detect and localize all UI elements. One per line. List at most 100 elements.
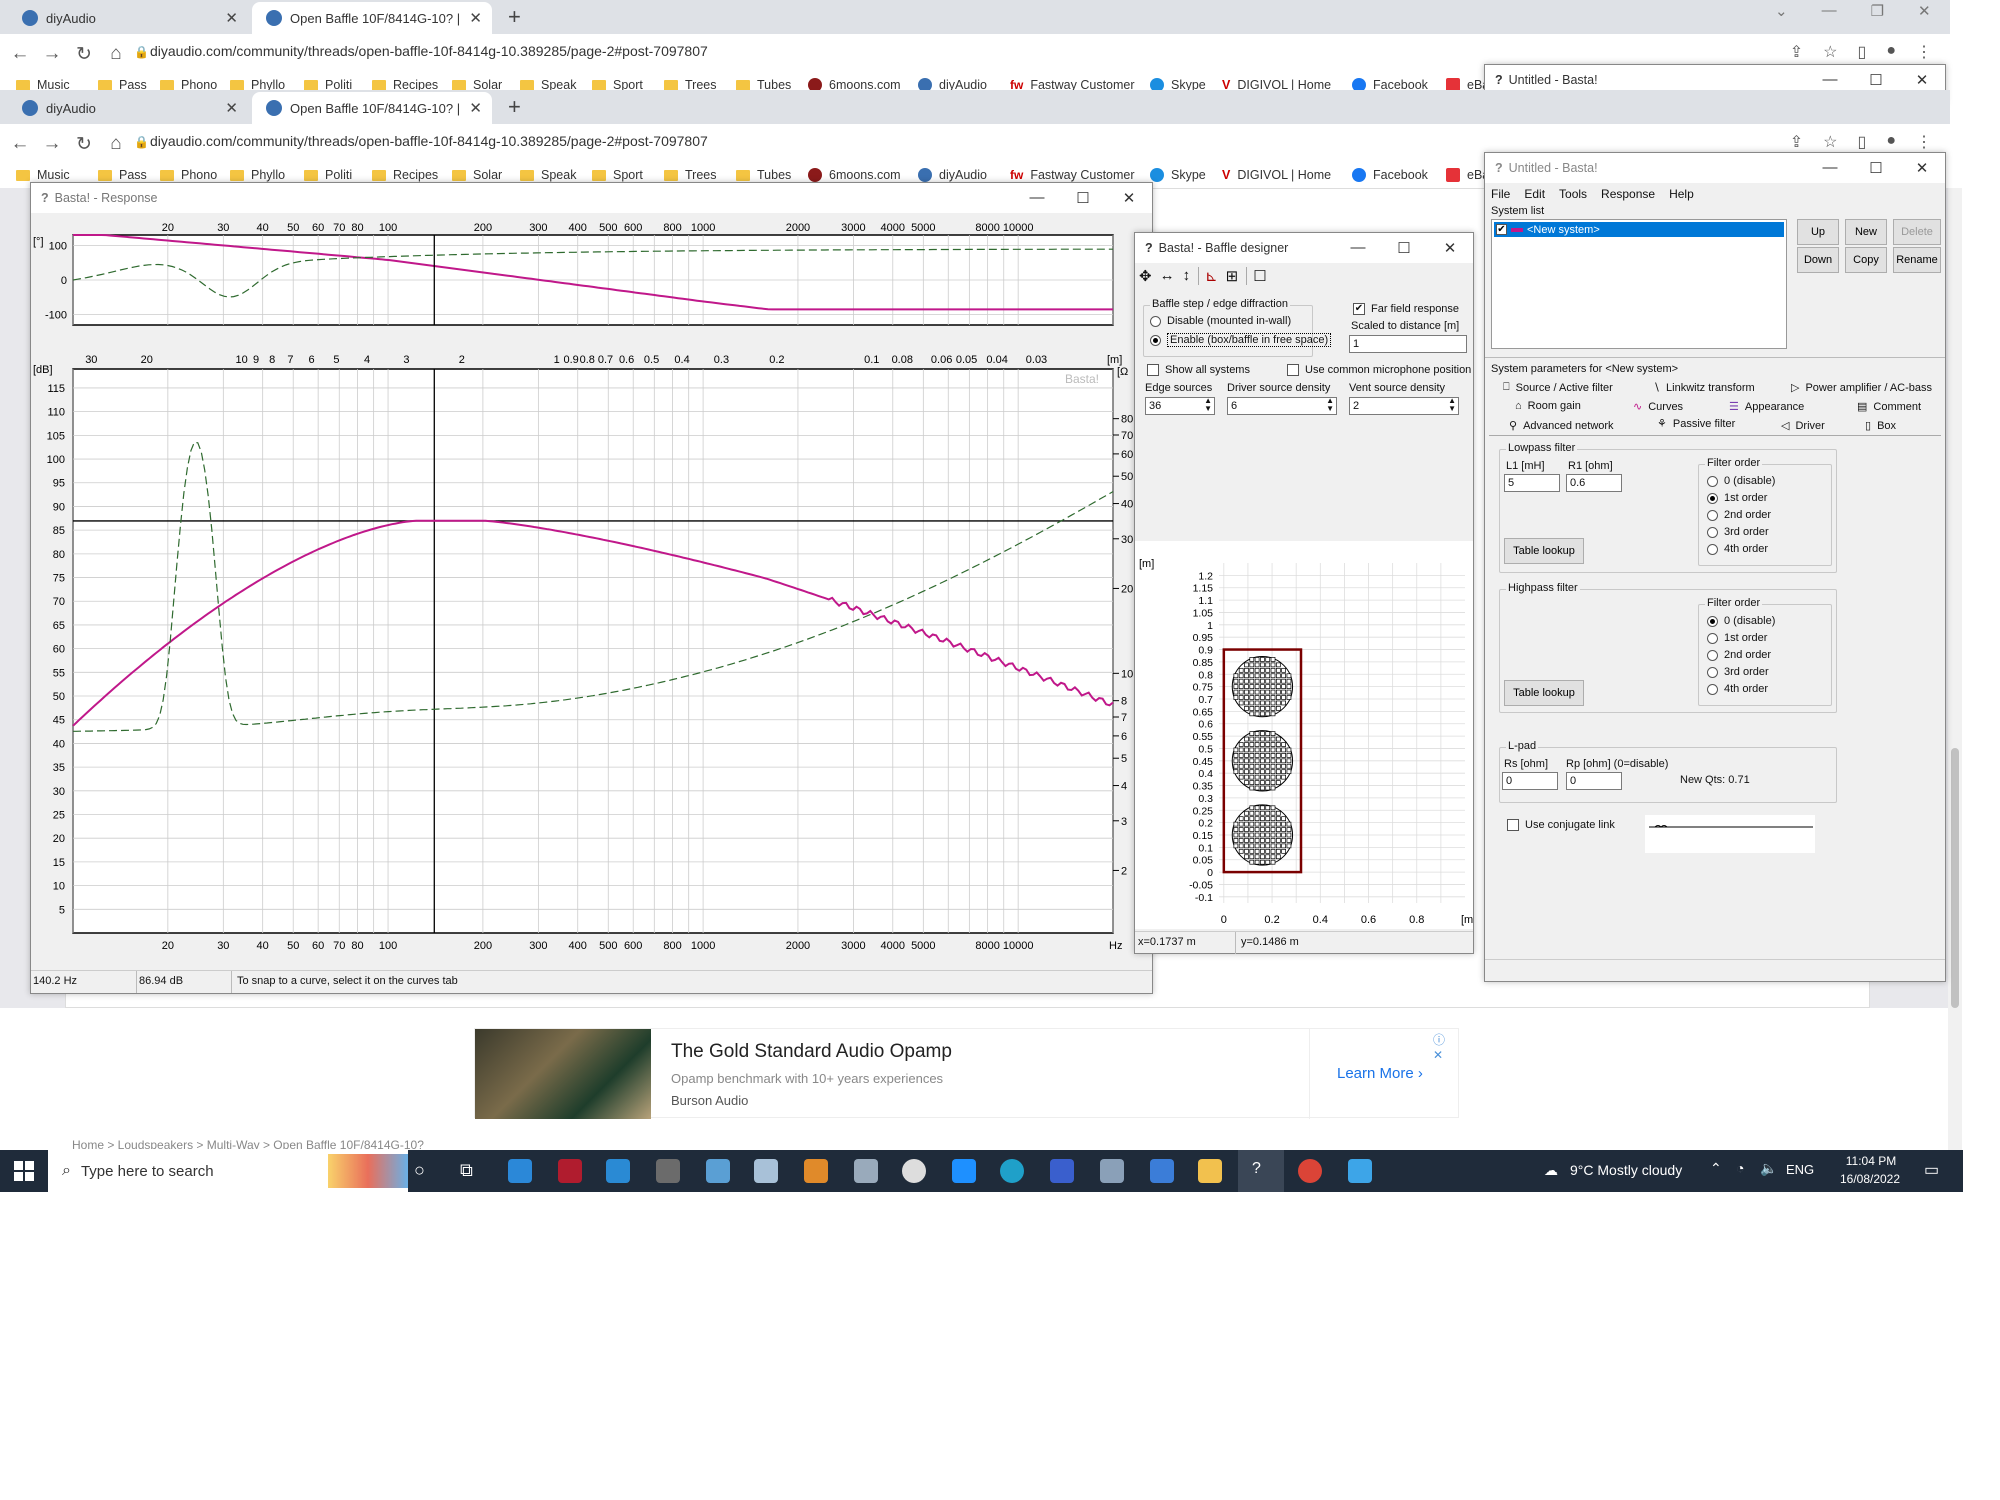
star-icon[interactable]: ☆ <box>1823 132 1837 152</box>
calculator-icon[interactable] <box>1100 1159 1124 1183</box>
address-bar[interactable]: diyaudio.com/community/threads/open-baff… <box>150 133 708 149</box>
baffle-layout-plot[interactable]: [m]1.21.151.11.0510.950.90.850.80.750.70… <box>1135 541 1473 929</box>
edge-tool-icon[interactable]: ⊾ <box>1198 267 1218 285</box>
close-tab-icon[interactable]: ✕ <box>225 9 238 27</box>
file-explorer-icon[interactable] <box>1198 1159 1222 1183</box>
bookmark[interactable]: 6moons.com <box>808 168 901 182</box>
windows-start-icon[interactable] <box>14 1161 34 1181</box>
bookmark[interactable]: Tubes <box>736 168 791 182</box>
close-tab-icon[interactable]: ✕ <box>225 99 238 117</box>
new-tab-button[interactable]: + <box>508 4 521 30</box>
music-icon[interactable] <box>1150 1159 1174 1183</box>
network-icon[interactable]: ◔ <box>1736 1160 1744 1176</box>
task-view-icon[interactable]: ⧉ <box>460 1160 473 1181</box>
profile-avatar[interactable]: ● <box>1886 42 1896 62</box>
resize-vertical-icon[interactable]: ↕ <box>1183 267 1191 285</box>
menu-tools[interactable]: Tools <box>1559 187 1587 201</box>
close-icon[interactable]: ✕ <box>1899 71 1945 89</box>
tab-search-icon[interactable]: ⌄ <box>1775 2 1788 20</box>
volume-icon[interactable]: 🔈 <box>1760 1160 1777 1177</box>
app-icon[interactable] <box>952 1159 976 1183</box>
photos-icon[interactable] <box>1348 1159 1372 1183</box>
tab-room-gain[interactable]: ⌂ Room gain <box>1515 400 1581 412</box>
reload-icon[interactable]: ↻ <box>68 133 100 156</box>
show-all-checkbox[interactable]: Show all systems <box>1147 364 1250 376</box>
lowpass-order-radio[interactable]: 4th order <box>1707 543 1768 555</box>
bookmark[interactable]: Politi <box>304 168 352 182</box>
menu-response[interactable]: Response <box>1601 187 1655 201</box>
app-icon[interactable] <box>706 1159 730 1183</box>
checkbox[interactable]: ✔ <box>1496 224 1507 235</box>
maximize-icon[interactable]: ☐ <box>1381 239 1427 257</box>
bookmark[interactable]: Recipes <box>372 168 438 182</box>
sidebar-icon[interactable]: ▯ <box>1858 42 1867 62</box>
forward-icon[interactable]: → <box>36 133 68 155</box>
minimize-icon[interactable]: — <box>1335 239 1381 257</box>
close-tab-icon[interactable]: ✕ <box>469 9 482 27</box>
mail-icon[interactable] <box>606 1159 630 1183</box>
menu-icon[interactable]: ⋮ <box>1916 132 1932 152</box>
ad-banner[interactable]: The Gold Standard Audio Opamp Opamp benc… <box>474 1028 1459 1119</box>
tab-appearance[interactable]: ☰ Appearance <box>1729 400 1804 414</box>
grid-icon[interactable]: ⊞ <box>1226 267 1239 285</box>
far-field-checkbox[interactable]: ✔ Far field response <box>1353 303 1459 315</box>
vent-density-spinner[interactable]: 2 ▲ ▼ <box>1349 397 1459 415</box>
menu-file[interactable]: File <box>1491 187 1510 201</box>
menu-edit[interactable]: Edit <box>1524 187 1545 201</box>
weather-text[interactable]: 9°C Mostly cloudy <box>1570 1162 1682 1178</box>
system-list[interactable]: ✔ <New system> <box>1491 219 1787 349</box>
tab-power-amplifier[interactable]: ▷ Power amplifier / AC-bass <box>1791 381 1932 395</box>
close-icon[interactable]: ✕ <box>1899 159 1945 177</box>
highpass-order-radio[interactable]: 4th order <box>1707 683 1768 695</box>
lowpass-order-radio[interactable]: 2nd order <box>1707 509 1771 521</box>
bookmark[interactable]: eBa <box>1446 168 1489 182</box>
resize-horizontal-icon[interactable]: ↔ <box>1160 267 1175 285</box>
star-icon[interactable]: ☆ <box>1823 42 1837 62</box>
home-icon[interactable]: ⌂ <box>100 133 132 155</box>
ad-choices-icon[interactable]: ⓘ ✕ <box>1433 1031 1458 1062</box>
share-icon[interactable]: ⇪ <box>1790 42 1803 62</box>
reload-icon[interactable]: ↻ <box>68 43 100 66</box>
profile-avatar[interactable]: ● <box>1886 132 1896 152</box>
taskbar-search[interactable]: ⌕ Type here to search <box>48 1150 408 1192</box>
scrollbar-thumb[interactable] <box>1951 748 1959 1008</box>
bookmark[interactable]: Sport <box>592 168 643 182</box>
minimize-icon[interactable]: — <box>1807 159 1853 177</box>
r1-input[interactable]: 0.6 <box>1566 474 1622 492</box>
new-button[interactable]: New <box>1845 219 1887 245</box>
maximize-icon[interactable]: ☐ <box>1060 189 1106 207</box>
close-icon[interactable]: ✕ <box>1918 2 1931 20</box>
enable-radio[interactable]: Enable (box/baffle in free space) <box>1150 333 1332 347</box>
bookmark[interactable]: Music <box>16 168 70 182</box>
tab-diyaudio[interactable]: diyAudio ✕ <box>8 2 248 34</box>
close-icon[interactable]: ✕ <box>1106 189 1152 207</box>
system-list-item[interactable]: ✔ <New system> <box>1494 222 1784 237</box>
language-indicator[interactable]: ENG <box>1786 1162 1814 1177</box>
clock-time[interactable]: 11:04 PM <box>1836 1154 1906 1168</box>
bookmark[interactable]: Speak <box>520 168 576 182</box>
player-icon[interactable] <box>902 1159 926 1183</box>
app-icon[interactable] <box>854 1159 878 1183</box>
common-mic-checkbox[interactable]: Use common microphone position <box>1287 364 1471 376</box>
tab-diyaudio[interactable]: diyAudio ✕ <box>8 92 248 124</box>
lowpass-order-radio[interactable]: 1st order <box>1707 492 1767 504</box>
minimize-icon[interactable]: — <box>1822 2 1837 20</box>
maximize-icon[interactable]: ❐ <box>1871 2 1884 20</box>
tab-source-active-filter[interactable]: ⎕ Source / Active filter <box>1503 381 1613 394</box>
tab-open-baffle[interactable]: Open Baffle 10F/8414G-10? | Pag ✕ <box>252 92 492 124</box>
home-icon[interactable]: ⌂ <box>100 43 132 65</box>
menu-icon[interactable]: ⋮ <box>1916 42 1932 62</box>
bookmark[interactable]: Facebook <box>1352 168 1428 182</box>
media-icon[interactable] <box>804 1159 828 1183</box>
maximize-icon[interactable]: ☐ <box>1853 71 1899 89</box>
sidebar-icon[interactable]: ▯ <box>1858 132 1867 152</box>
response-chart[interactable]: 1000-100[°]20 30 40 50 60 70 80 100 200 300 400 500… <box>31 213 1152 965</box>
up-button[interactable]: Up <box>1797 219 1839 245</box>
conjugate-link-checkbox[interactable]: Use conjugate link <box>1507 819 1615 831</box>
page-scrollbar[interactable] <box>1948 188 1962 1150</box>
move-icon[interactable]: ✥ <box>1139 267 1152 285</box>
highpass-order-radio[interactable]: 2nd order <box>1707 649 1771 661</box>
minimize-icon[interactable]: — <box>1014 189 1060 207</box>
down-button[interactable]: Down <box>1797 247 1839 273</box>
spin-arrows-icon[interactable]: ▲ ▼ <box>1204 397 1212 413</box>
